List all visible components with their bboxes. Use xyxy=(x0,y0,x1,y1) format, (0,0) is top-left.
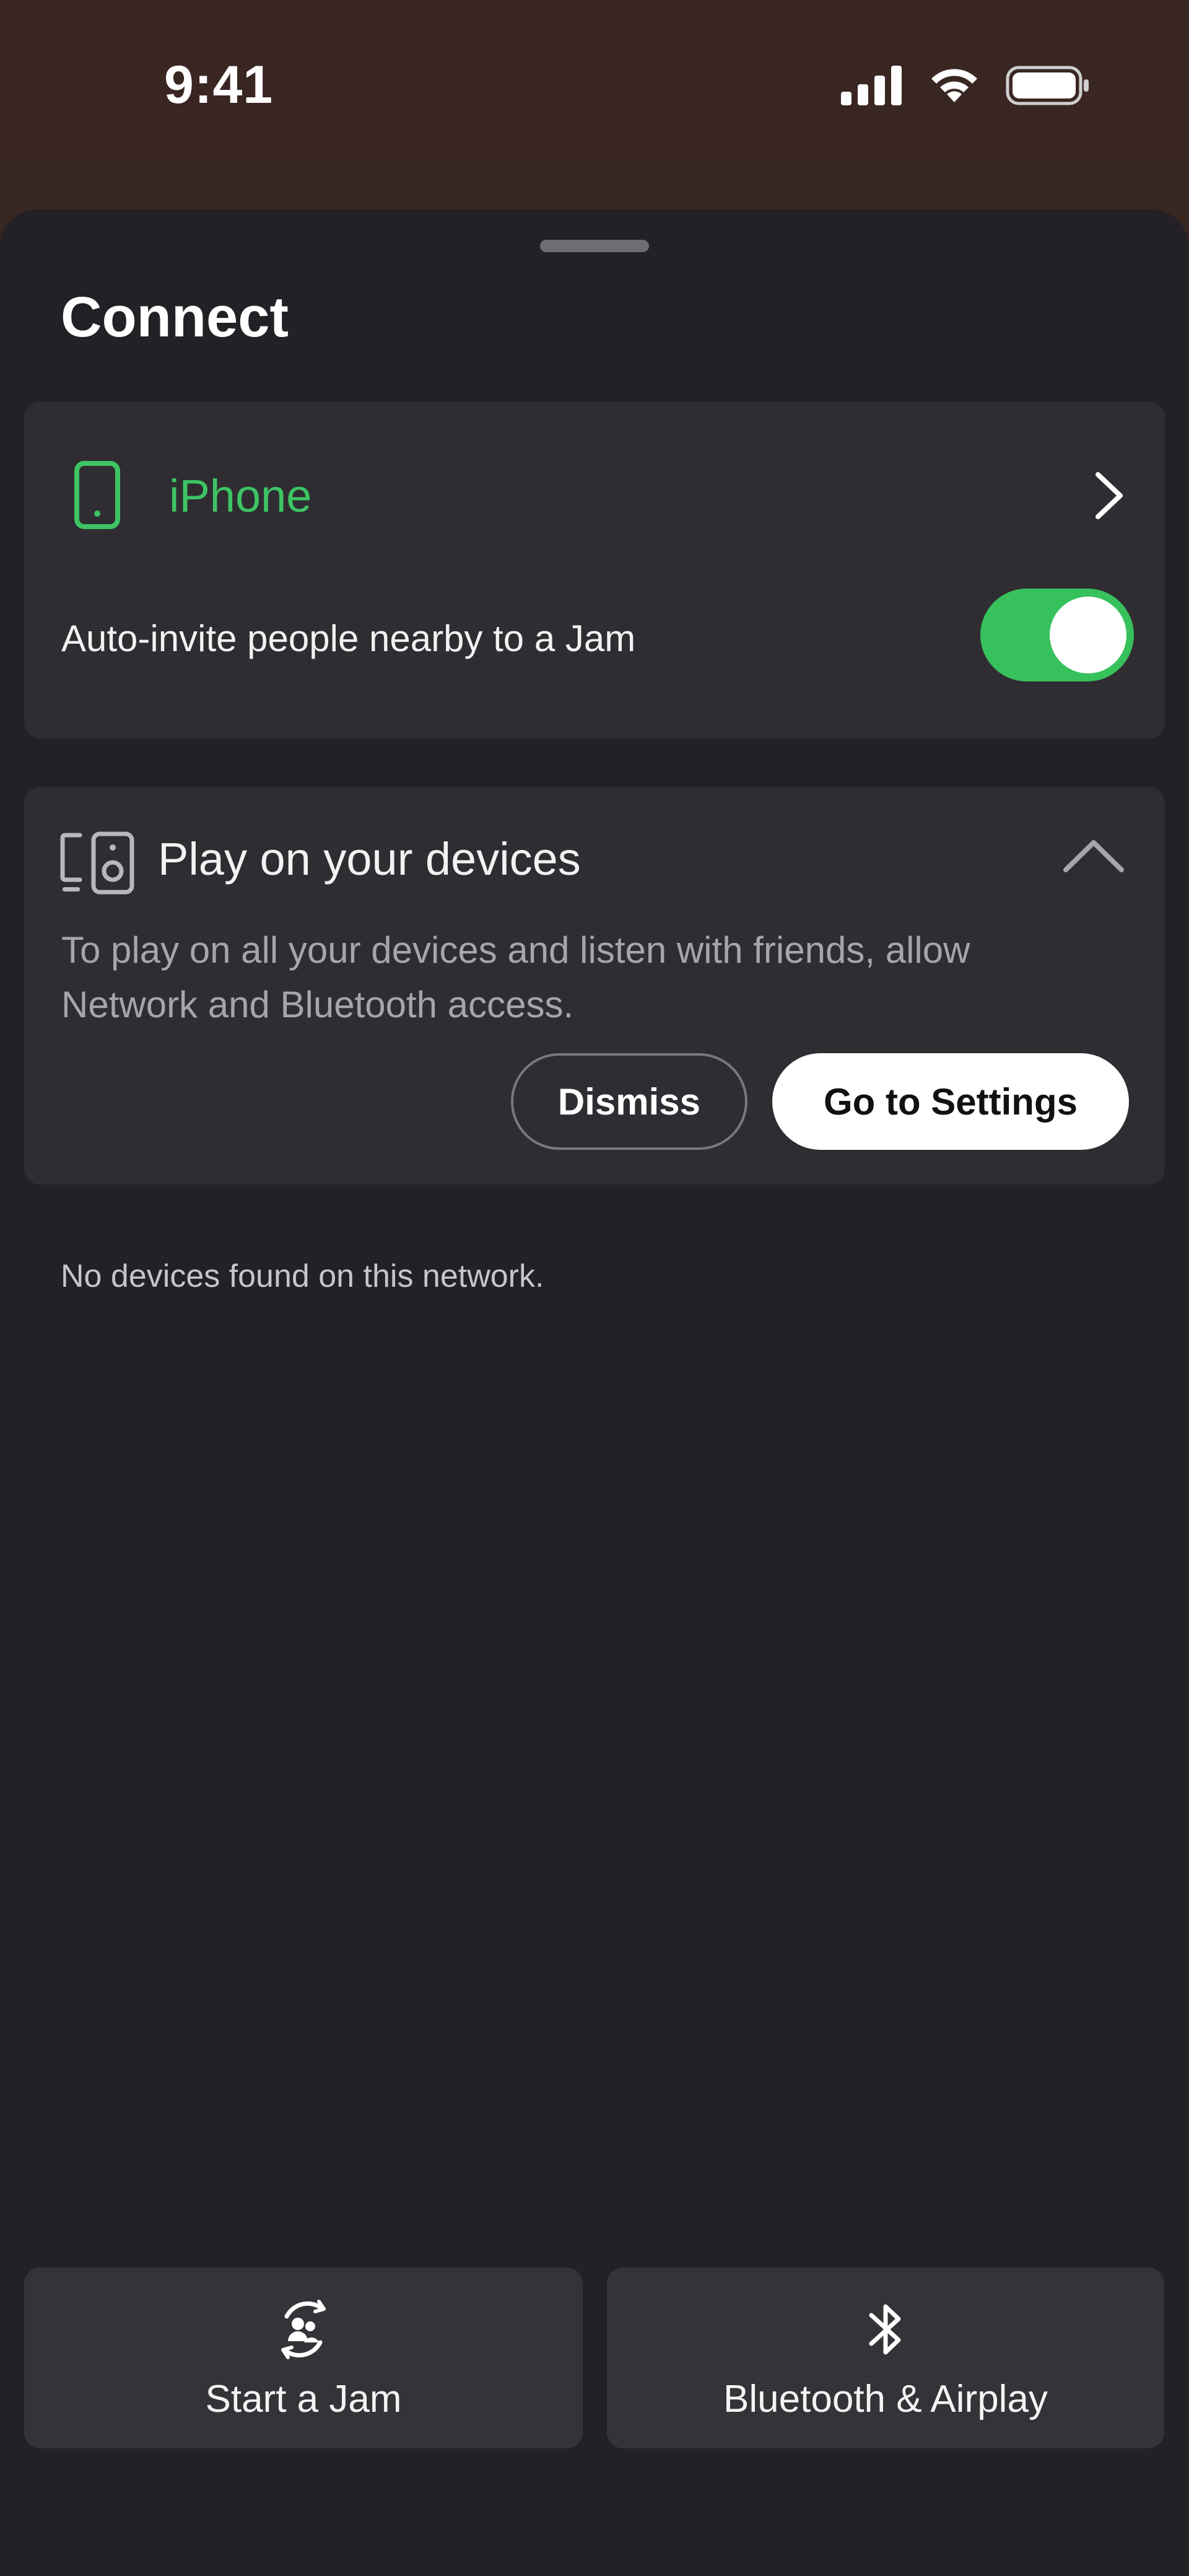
permission-card: Play on your devices To play on all your… xyxy=(24,787,1165,1185)
status-time: 9:41 xyxy=(164,55,274,115)
bluetooth-airplay-label: Bluetooth & Airplay xyxy=(723,2377,1048,2420)
no-devices-message: No devices found on this network. xyxy=(61,1258,544,1294)
go-to-settings-button[interactable]: Go to Settings xyxy=(772,1053,1129,1150)
auto-invite-label: Auto-invite people nearby to a Jam xyxy=(61,618,636,659)
bluetooth-icon xyxy=(869,2304,901,2354)
bluetooth-airplay-button[interactable]: Bluetooth & Airplay xyxy=(607,2267,1164,2448)
current-device-row[interactable]: iPhone xyxy=(24,401,1165,587)
sheet-grabber[interactable] xyxy=(540,240,649,252)
phone-icon xyxy=(74,461,120,529)
permission-title: Play on your devices xyxy=(158,833,581,885)
toggle-knob xyxy=(1050,597,1126,673)
chevron-right-icon xyxy=(1095,472,1123,519)
wifi-icon xyxy=(931,69,977,102)
permission-description: To play on all your devices and listen w… xyxy=(61,929,970,1025)
start-jam-label: Start a Jam xyxy=(205,2377,402,2420)
jam-icon xyxy=(281,2299,326,2359)
current-device-card: iPhone Auto-invite people nearby to a Ja… xyxy=(24,401,1165,738)
chevron-up-icon[interactable] xyxy=(1062,836,1125,874)
start-jam-button[interactable]: Start a Jam xyxy=(24,2267,583,2448)
current-device-name: iPhone xyxy=(169,470,312,522)
cellular-signal-icon xyxy=(841,66,902,105)
connect-sheet: Connect iPhone Auto-invite people nearby… xyxy=(0,209,1189,2576)
battery-icon xyxy=(1006,66,1089,105)
dismiss-button[interactable]: Dismiss xyxy=(511,1053,747,1150)
auto-invite-toggle[interactable] xyxy=(980,589,1134,681)
sheet-title: Connect xyxy=(61,286,289,349)
status-bar: 9:41 xyxy=(0,0,1189,180)
devices-speaker-icon xyxy=(60,831,134,895)
status-icons xyxy=(841,65,1090,106)
